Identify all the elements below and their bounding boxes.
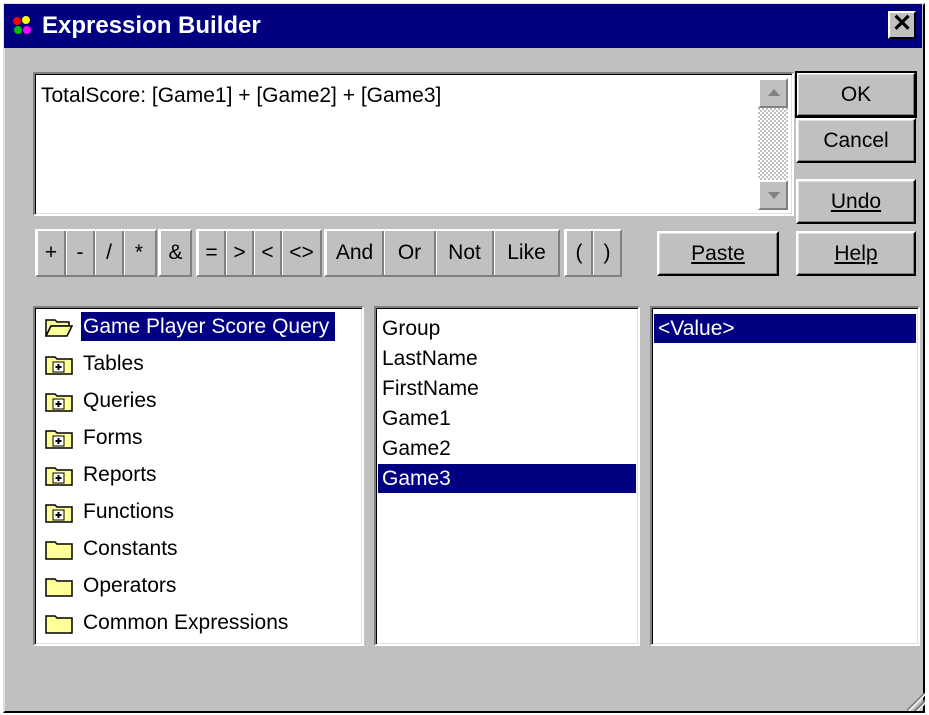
- not-equal-operator-button[interactable]: <>: [282, 231, 320, 275]
- window-title: Expression Builder: [42, 12, 261, 39]
- close-paren-button[interactable]: ): [593, 231, 620, 275]
- field-item[interactable]: Game1: [378, 404, 636, 433]
- help-button[interactable]: Help: [796, 231, 916, 276]
- tree-item[interactable]: Game Player Score Query: [39, 312, 360, 341]
- help-label: Help: [834, 241, 878, 265]
- field-item[interactable]: Group: [378, 314, 636, 343]
- resize-grip[interactable]: [907, 693, 925, 711]
- divide-operator-button[interactable]: /: [95, 231, 124, 275]
- up-arrow-icon: [768, 89, 780, 96]
- field-list-viewport: Group LastName FirstName Game1 Game2 Game3: [378, 310, 636, 642]
- field-item[interactable]: Game2: [378, 434, 636, 463]
- and-operator-button[interactable]: And: [326, 231, 384, 275]
- close-button[interactable]: ✕: [888, 11, 916, 39]
- ampersand-operator-button[interactable]: &: [160, 231, 190, 275]
- expression-scrollbar[interactable]: [758, 78, 788, 210]
- app-icon: [10, 13, 34, 37]
- tree-item[interactable]: Forms: [39, 423, 360, 452]
- tree-item[interactable]: Queries: [39, 386, 360, 415]
- field-item[interactable]: Game3: [378, 464, 636, 493]
- less-operator-button[interactable]: <: [254, 231, 282, 275]
- plus-folder-icon: [45, 391, 73, 412]
- plus-folder-icon: [45, 465, 73, 486]
- paste-button[interactable]: Paste: [657, 231, 779, 276]
- paste-label: Paste: [691, 241, 745, 265]
- tree-item-label: Operators: [83, 574, 177, 597]
- object-tree-viewport: Game Player Score Query Tables Queries Form…: [37, 310, 360, 642]
- comparison-operators: = > < <>: [196, 229, 322, 277]
- ok-button[interactable]: OK: [795, 71, 917, 118]
- plus-folder-icon: [45, 502, 73, 523]
- folder-icon: [45, 613, 73, 634]
- tree-item-label: Functions: [83, 500, 175, 523]
- ok-label: OK: [840, 82, 872, 106]
- field-list[interactable]: Group LastName FirstName Game1 Game2 Game3: [374, 306, 640, 646]
- value-list-viewport: <Value>: [654, 310, 916, 642]
- open-folder-icon: [44, 317, 74, 338]
- cancel-button[interactable]: Cancel: [796, 118, 916, 163]
- or-operator-button[interactable]: Or: [384, 231, 436, 275]
- minus-operator-button[interactable]: -: [66, 231, 95, 275]
- expression-text[interactable]: TotalScore: [Game1] + [Game2] + [Game3]: [41, 84, 441, 108]
- plus-folder-icon: [45, 428, 73, 449]
- concat-operators: &: [158, 229, 192, 277]
- like-operator-button[interactable]: Like: [494, 231, 558, 275]
- folder-icon: [45, 539, 73, 560]
- tree-item-label: Common Expressions: [83, 611, 289, 634]
- title-bar[interactable]: Expression Builder ✕: [4, 4, 922, 48]
- close-icon: ✕: [891, 10, 913, 37]
- multiply-operator-button[interactable]: *: [124, 231, 153, 275]
- equals-operator-button[interactable]: =: [198, 231, 226, 275]
- folder-icon: [45, 576, 73, 597]
- tree-item[interactable]: Constants: [39, 534, 360, 563]
- field-item[interactable]: FirstName: [378, 374, 636, 403]
- tree-item[interactable]: Reports: [39, 460, 360, 489]
- expression-input[interactable]: TotalScore: [Game1] + [Game2] + [Game3]: [33, 72, 794, 216]
- tree-item-label: Game Player Score Query: [81, 312, 336, 341]
- tree-item-label: Reports: [83, 463, 157, 486]
- value-list[interactable]: <Value>: [650, 306, 920, 646]
- tree-item[interactable]: Functions: [39, 497, 360, 526]
- tree-item-label: Tables: [83, 352, 144, 375]
- undo-label: Undo: [830, 189, 882, 213]
- value-item[interactable]: <Value>: [654, 314, 916, 343]
- object-tree-list[interactable]: Game Player Score Query Tables Queries Form…: [33, 306, 364, 646]
- tree-item-label: Forms: [83, 426, 143, 449]
- tree-item[interactable]: Tables: [39, 349, 360, 378]
- plus-operator-button[interactable]: +: [37, 231, 66, 275]
- paren-operators: ( ): [564, 229, 622, 277]
- open-paren-button[interactable]: (: [566, 231, 593, 275]
- arithmetic-operators: + - / *: [35, 229, 157, 277]
- logical-operators: And Or Not Like: [324, 229, 560, 277]
- not-operator-button[interactable]: Not: [436, 231, 494, 275]
- plus-folder-icon: [45, 354, 73, 375]
- field-item[interactable]: LastName: [378, 344, 636, 373]
- scroll-up-button[interactable]: [758, 78, 788, 108]
- tree-item-label: Queries: [83, 389, 157, 412]
- tree-item[interactable]: Operators: [39, 571, 360, 600]
- cancel-label: Cancel: [823, 128, 889, 152]
- tree-item-label: Constants: [83, 537, 178, 560]
- scroll-down-button[interactable]: [758, 180, 788, 210]
- tree-item[interactable]: Common Expressions: [39, 608, 360, 637]
- undo-button[interactable]: Undo: [796, 179, 916, 224]
- down-arrow-icon: [768, 192, 780, 199]
- greater-operator-button[interactable]: >: [226, 231, 254, 275]
